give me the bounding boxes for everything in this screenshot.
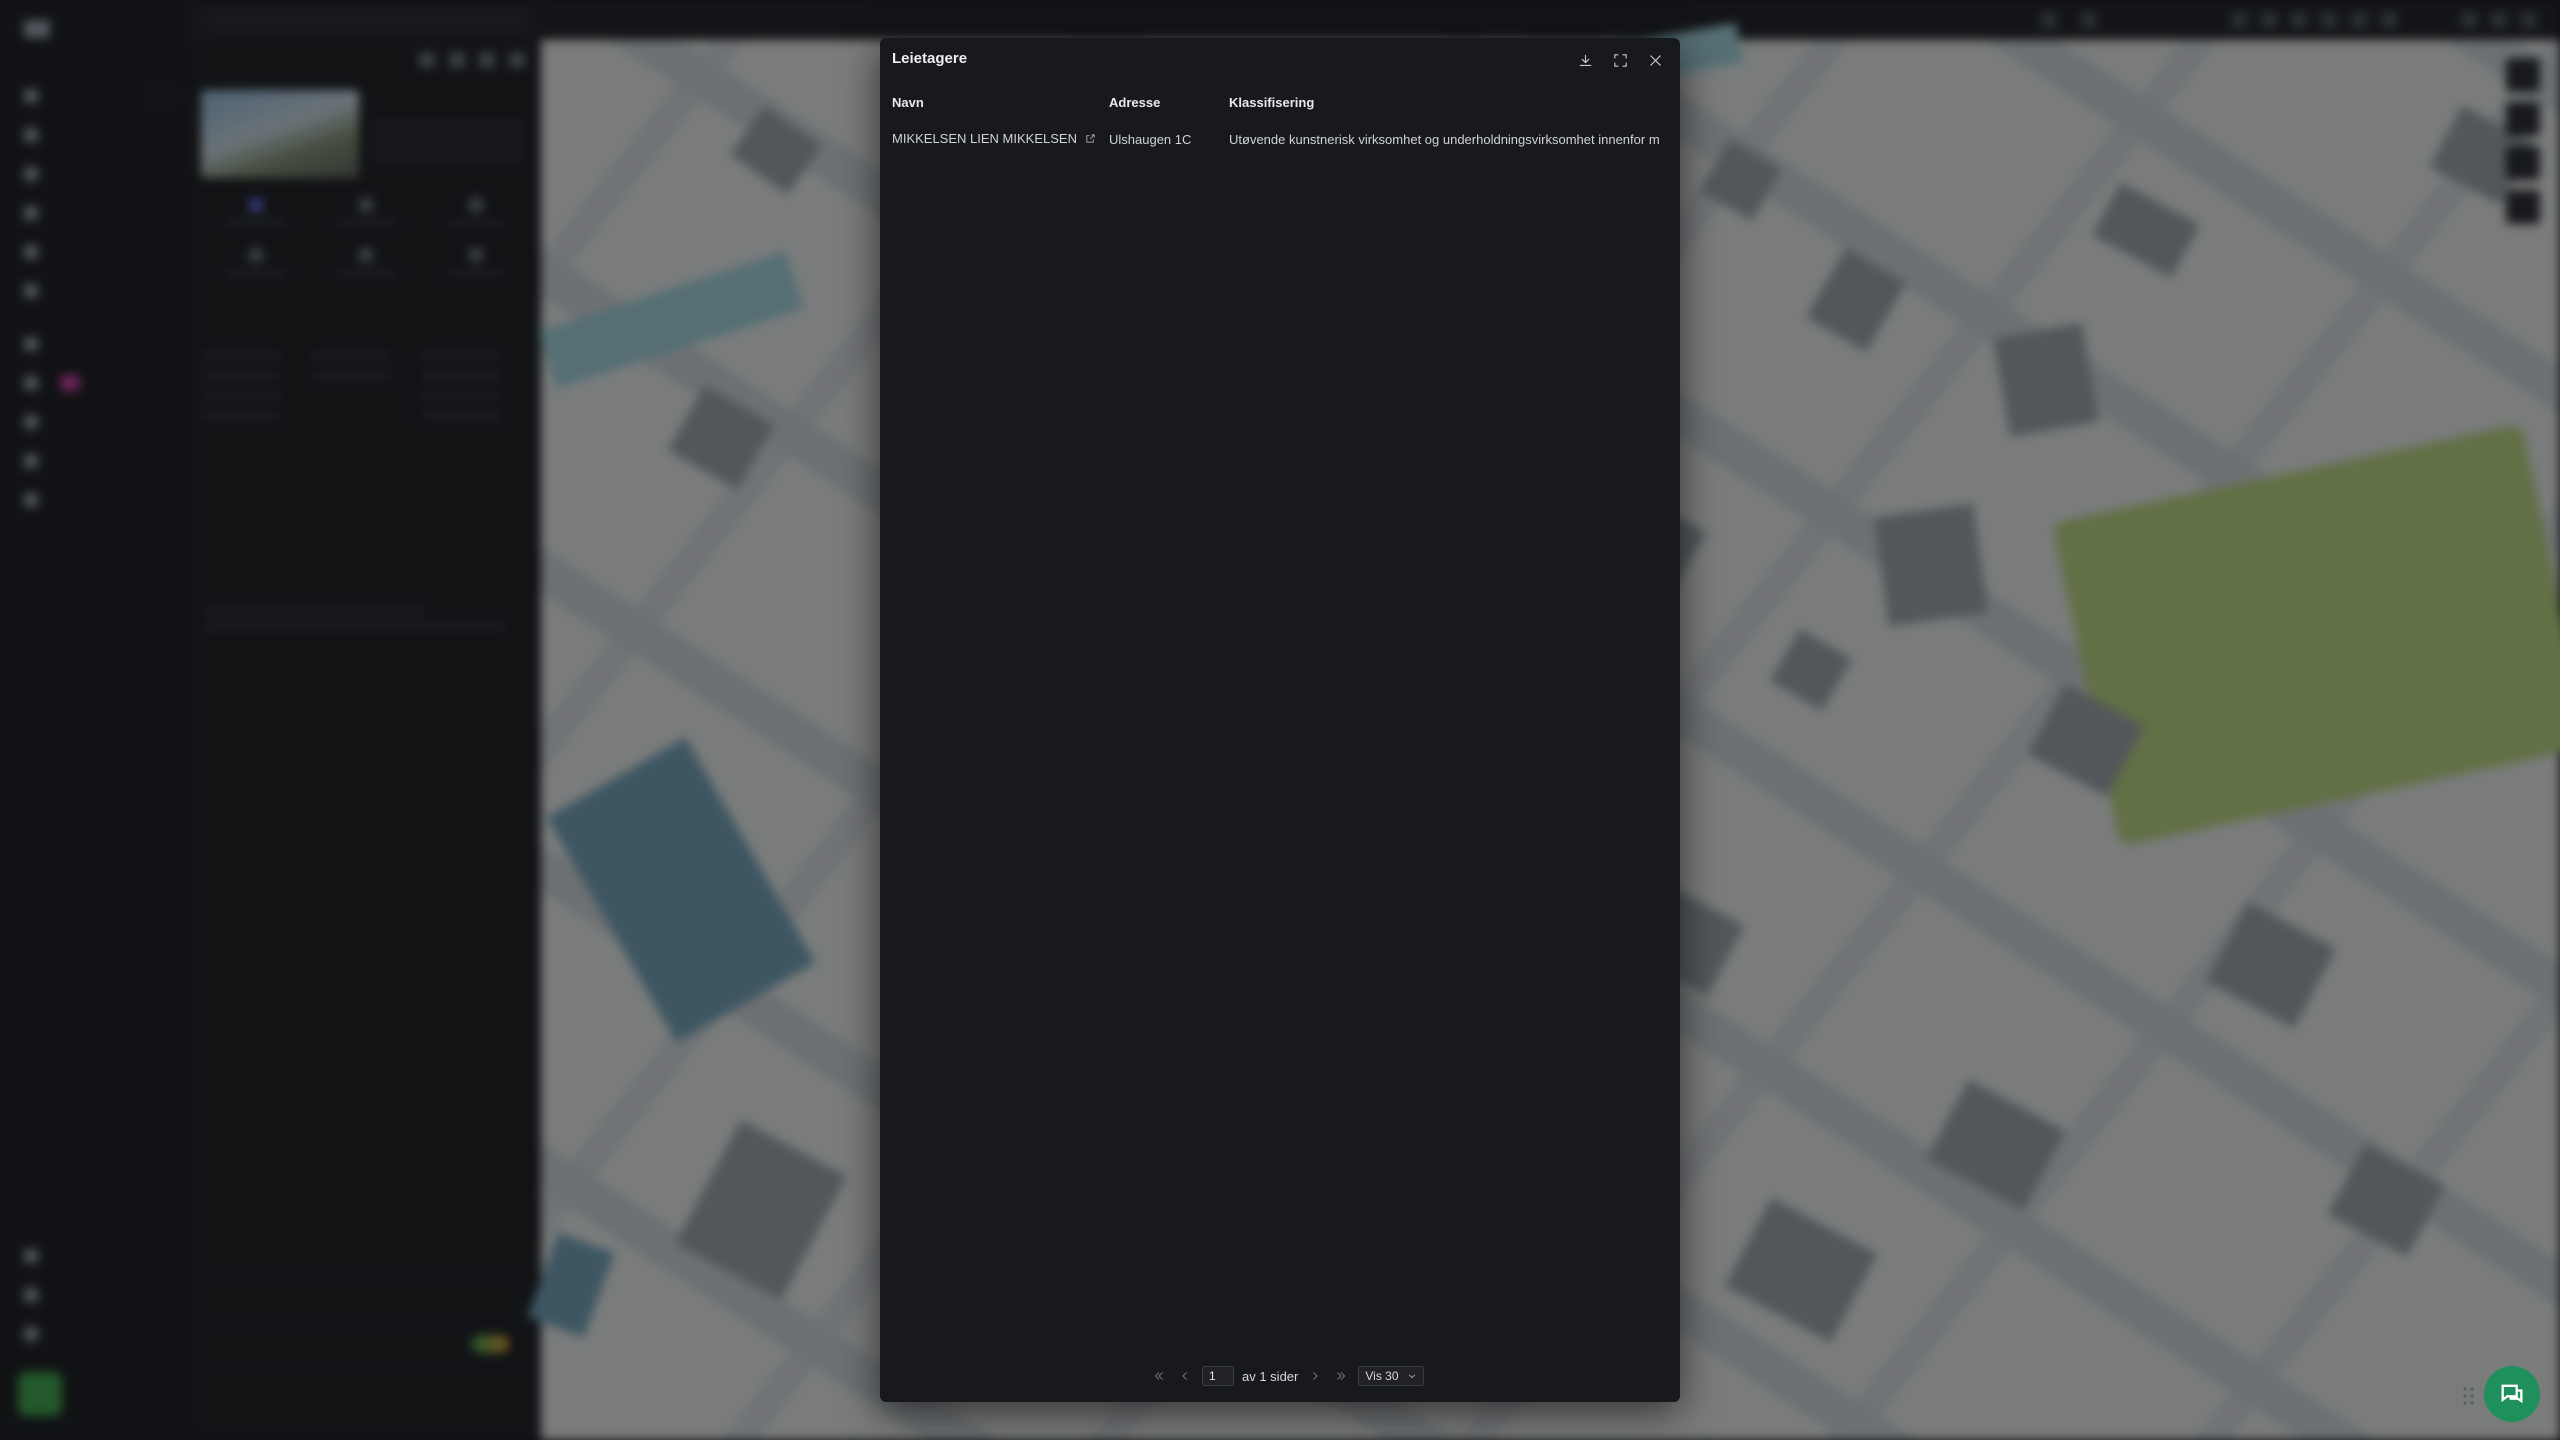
grip-icon	[2463, 1387, 2474, 1405]
table-row[interactable]: MIKKELSEN LIEN MIKKELSEN Ulshaugen 1C Ut…	[880, 118, 1680, 160]
per-page-select[interactable]: Vis 30	[1358, 1366, 1424, 1386]
expand-icon	[1614, 54, 1627, 67]
page-count-label: av 1 sider	[1242, 1368, 1299, 1384]
per-page-value: Vis 30	[1365, 1369, 1399, 1383]
tenants-modal: Leietagere Navn Adresse Klassifisering M…	[880, 38, 1680, 1402]
prev-page-button[interactable]	[1176, 1367, 1194, 1385]
chat-button[interactable]	[2484, 1366, 2540, 1422]
tenant-address-cell: Ulshaugen 1C	[1109, 131, 1192, 147]
pagination: av 1 sider Vis 30	[1150, 1366, 1424, 1386]
chevron-left-icon	[1182, 1372, 1187, 1380]
tenant-classification-cell: Utøvende kunstnerisk virksomhet og under…	[1229, 131, 1660, 147]
download-button[interactable]	[1573, 48, 1598, 73]
chevrons-left-icon	[1154, 1372, 1163, 1380]
tenant-name[interactable]: MIKKELSEN LIEN MIKKELSEN	[892, 131, 1077, 146]
chevrons-right-icon	[1337, 1372, 1346, 1380]
modal-title: Leietagere	[892, 50, 968, 67]
tenants-table: Navn Adresse Klassifisering MIKKELSEN LI…	[880, 86, 1680, 160]
last-page-button[interactable]	[1332, 1367, 1350, 1385]
chevron-right-icon	[1313, 1372, 1318, 1380]
modal-tools	[1573, 48, 1668, 73]
next-page-button[interactable]	[1306, 1367, 1324, 1385]
external-link-icon	[1086, 134, 1095, 143]
modal-header: Leietagere	[880, 38, 1680, 78]
chat-icon	[2501, 1384, 2523, 1404]
column-header-classification[interactable]: Klassifisering	[1217, 86, 1680, 118]
external-link-button[interactable]	[1085, 132, 1096, 147]
drag-handle[interactable]	[2462, 1386, 2476, 1406]
download-icon	[1579, 54, 1592, 67]
table-header-row: Navn Adresse Klassifisering	[880, 86, 1680, 118]
close-button[interactable]	[1643, 48, 1668, 73]
tenant-name-cell[interactable]: MIKKELSEN LIEN MIKKELSEN	[880, 118, 1097, 160]
fullscreen-button[interactable]	[1608, 48, 1633, 73]
page-number-input[interactable]	[1202, 1366, 1234, 1386]
close-icon	[1650, 55, 1661, 66]
column-header-address[interactable]: Adresse	[1097, 86, 1217, 118]
first-page-button[interactable]	[1150, 1367, 1168, 1385]
chevron-down-icon	[1408, 1374, 1415, 1379]
column-header-name[interactable]: Navn	[880, 86, 1097, 118]
